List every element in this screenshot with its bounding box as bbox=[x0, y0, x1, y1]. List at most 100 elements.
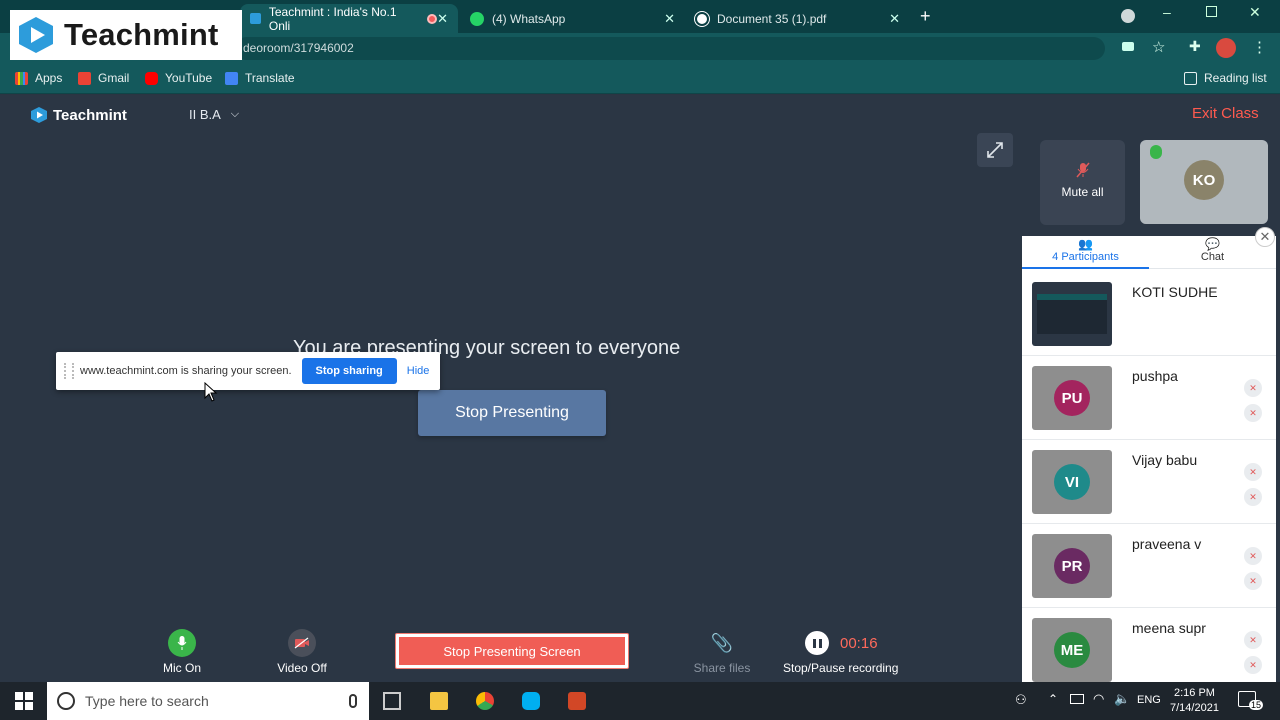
drag-handle-icon[interactable] bbox=[64, 363, 74, 379]
class-name: II B.A bbox=[189, 107, 221, 122]
battery-icon[interactable] bbox=[1070, 694, 1084, 704]
teachmint-favicon-icon bbox=[250, 13, 261, 24]
globe-favicon-icon bbox=[695, 11, 709, 26]
chevron-up-icon[interactable]: ⌃ bbox=[1048, 692, 1058, 706]
video-off-icon[interactable]: ✕ bbox=[1244, 656, 1262, 674]
windows-taskbar: Type here to search ⚇ ⌃ ◠ 🔈 ENG 2:16 PM … bbox=[0, 682, 1280, 720]
video-off-icon[interactable]: ✕ bbox=[1244, 404, 1262, 422]
restore-icon[interactable] bbox=[1206, 6, 1217, 17]
bookmark-apps[interactable]: Apps bbox=[15, 71, 62, 85]
microphone-icon[interactable] bbox=[349, 694, 357, 708]
stop-presenting-button[interactable]: Stop Presenting bbox=[418, 390, 606, 436]
mic-off-icon[interactable]: ✕ bbox=[1244, 379, 1262, 397]
tab-document[interactable]: Document 35 (1).pdf ✕ bbox=[685, 4, 910, 33]
tab-label: (4) WhatsApp bbox=[492, 11, 566, 26]
mute-all-label: Mute all bbox=[1061, 185, 1104, 199]
taskbar-search[interactable]: Type here to search bbox=[47, 682, 369, 720]
chevron-down-icon: ⌵ bbox=[230, 108, 240, 120]
chat-tab-label: Chat bbox=[1200, 251, 1225, 263]
wifi-icon[interactable]: ◠ bbox=[1093, 691, 1104, 707]
share-files-button[interactable]: 📎 Share files bbox=[690, 629, 754, 676]
app-brand: Teachmint bbox=[30, 106, 127, 124]
hide-link[interactable]: Hide bbox=[407, 365, 430, 377]
video-off-icon[interactable]: ✕ bbox=[1244, 488, 1262, 506]
mic-off-icon[interactable]: ✕ bbox=[1244, 463, 1262, 481]
participants-panel: 👥 4 Participants 💬 Chat ✕ KOTI SUDHE PU … bbox=[1022, 227, 1276, 682]
bookmarks-bar: Apps Gmail YouTube Translate Reading lis… bbox=[0, 64, 1280, 94]
tab-participants[interactable]: 👥 4 Participants bbox=[1022, 236, 1149, 269]
recording-label[interactable]: Stop/Pause recording bbox=[783, 661, 898, 675]
people-icon: 👥 bbox=[1078, 237, 1093, 251]
tab-teachmint[interactable]: Teachmint : India's No.1 Onli ✕ bbox=[240, 4, 458, 33]
close-panel-icon[interactable]: ✕ bbox=[1255, 227, 1275, 247]
brand-label: Teachmint bbox=[53, 106, 127, 124]
stop-sharing-button[interactable]: Stop sharing bbox=[301, 358, 397, 384]
mute-all-button[interactable]: Mute all bbox=[1040, 140, 1125, 225]
camera-icon[interactable] bbox=[1122, 42, 1134, 51]
share-message: www.teachmint.com is sharing your screen… bbox=[80, 365, 292, 377]
whatsapp-favicon-icon bbox=[470, 11, 484, 26]
reading-list[interactable]: Reading list bbox=[1184, 71, 1267, 85]
chrome-icon[interactable] bbox=[476, 692, 494, 710]
paperclip-icon: 📎 bbox=[710, 632, 734, 653]
avatar: PU bbox=[1054, 380, 1090, 416]
close-tab-icon[interactable]: ✕ bbox=[664, 11, 675, 27]
mic-on-icon bbox=[1150, 145, 1162, 159]
task-view-icon[interactable] bbox=[383, 692, 401, 710]
profile-avatar[interactable] bbox=[1216, 38, 1236, 58]
search-icon bbox=[57, 692, 75, 710]
url-input[interactable]: deoroom/317946002 bbox=[235, 37, 1105, 60]
reading-list-label: Reading list bbox=[1204, 71, 1267, 85]
bookmark-label: YouTube bbox=[165, 71, 213, 85]
video-off-icon[interactable]: ✕ bbox=[1244, 572, 1262, 590]
exit-class-button[interactable]: Exit Class bbox=[1192, 105, 1259, 122]
bookmark-translate[interactable]: Translate bbox=[225, 71, 295, 85]
file-explorer-icon[interactable] bbox=[430, 692, 448, 710]
stop-presenting-screen-button[interactable]: Stop Presenting Screen bbox=[395, 633, 629, 669]
mic-off-icon[interactable]: ✕ bbox=[1244, 547, 1262, 565]
bookmark-gmail[interactable]: Gmail bbox=[78, 71, 129, 85]
minimize-icon[interactable]: – bbox=[1163, 4, 1171, 20]
tab-search-icon[interactable] bbox=[1121, 9, 1135, 23]
tab-label: Document 35 (1).pdf bbox=[717, 11, 827, 26]
mic-on-icon bbox=[168, 629, 196, 657]
windows-start-icon[interactable] bbox=[15, 692, 33, 710]
video-toggle[interactable]: Video Off bbox=[272, 629, 332, 675]
avatar: KO bbox=[1184, 160, 1224, 200]
stop-presenting-screen-label: Stop Presenting Screen bbox=[399, 637, 625, 665]
powerpoint-icon[interactable] bbox=[568, 692, 586, 710]
bookmark-youtube[interactable]: YouTube bbox=[145, 71, 212, 85]
class-selector[interactable]: II B.A ⌵ bbox=[189, 107, 239, 122]
skype-icon[interactable] bbox=[522, 692, 540, 710]
self-video-tile: KO bbox=[1140, 140, 1268, 224]
mic-toggle[interactable]: Mic On bbox=[160, 629, 204, 675]
close-window-icon[interactable]: ✕ bbox=[1249, 4, 1261, 21]
language-indicator[interactable]: ENG bbox=[1137, 694, 1161, 706]
tab-whatsapp[interactable]: (4) WhatsApp ✕ bbox=[460, 4, 685, 33]
bookmark-star-icon[interactable]: ☆ bbox=[1152, 38, 1165, 56]
recording-timer: 00:16 bbox=[840, 635, 878, 652]
system-clock[interactable]: 2:16 PM 7/14/2021 bbox=[1170, 686, 1219, 716]
close-tab-icon[interactable]: ✕ bbox=[889, 11, 900, 27]
logo-text: Teachmint bbox=[64, 17, 219, 52]
mic-off-icon bbox=[1075, 162, 1090, 178]
participant-name: KOTI SUDHE bbox=[1132, 284, 1218, 300]
avatar: PR bbox=[1054, 548, 1090, 584]
extensions-icon[interactable]: ✚ bbox=[1189, 38, 1201, 55]
participant-tile: ME bbox=[1032, 618, 1112, 682]
menu-dots-icon[interactable]: ⋮ bbox=[1252, 38, 1267, 56]
participants-tab-label: 4 Participants bbox=[1052, 251, 1119, 263]
new-tab-icon[interactable]: + bbox=[920, 6, 931, 27]
mic-off-icon[interactable]: ✕ bbox=[1244, 631, 1262, 649]
participant-row: ME meena supr ✕ ✕ bbox=[1022, 608, 1276, 692]
translate-icon bbox=[225, 71, 238, 85]
expand-icon[interactable] bbox=[977, 133, 1013, 167]
panel-tabs: 👥 4 Participants 💬 Chat bbox=[1022, 236, 1276, 269]
participant-tile: PR bbox=[1032, 534, 1112, 598]
volume-icon[interactable]: 🔈 bbox=[1114, 691, 1130, 707]
close-tab-icon[interactable]: ✕ bbox=[437, 11, 448, 27]
people-icon[interactable]: ⚇ bbox=[1015, 692, 1027, 708]
participant-name: Vijay babu bbox=[1132, 452, 1198, 468]
youtube-icon bbox=[145, 71, 158, 85]
pause-icon[interactable] bbox=[805, 631, 829, 655]
